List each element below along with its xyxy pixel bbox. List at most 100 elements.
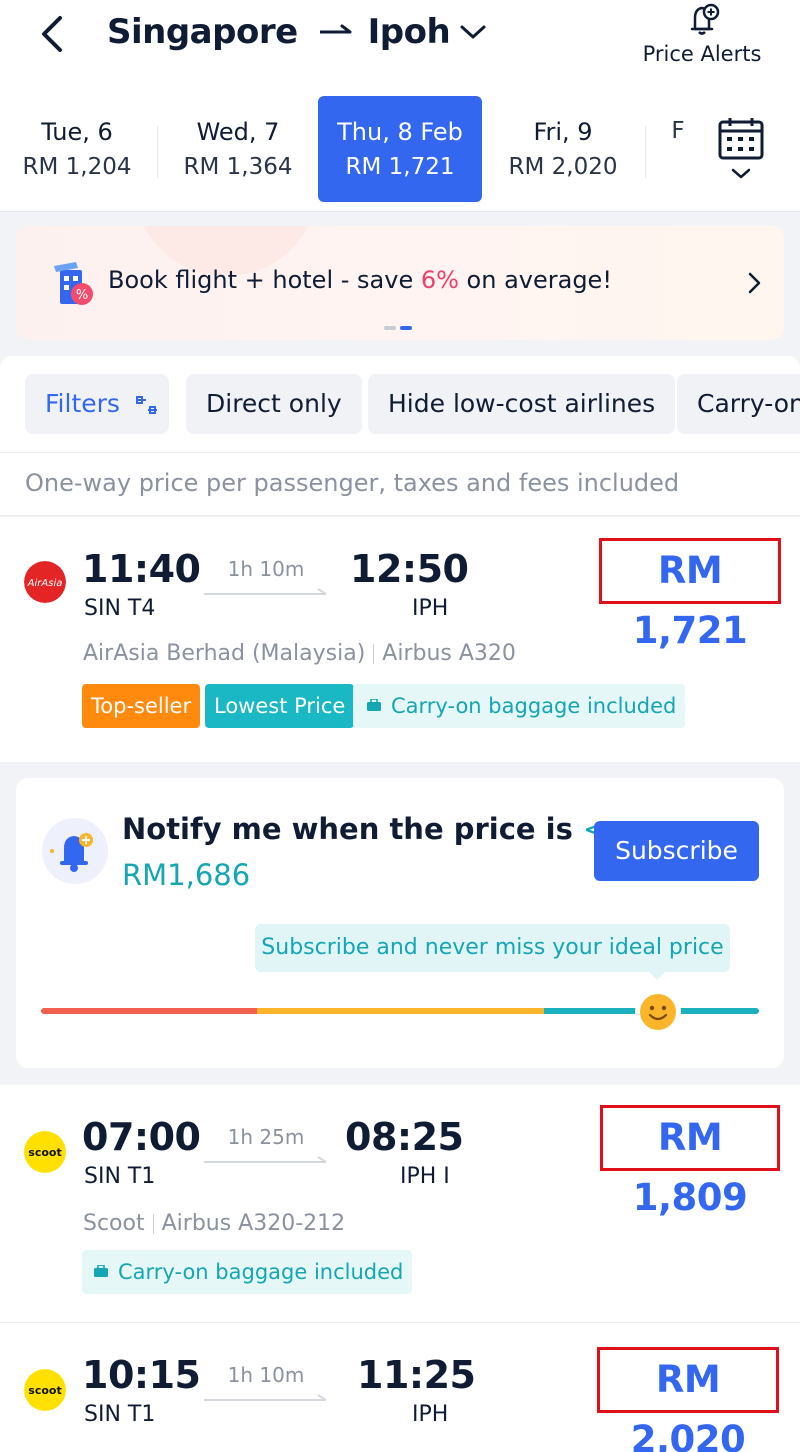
hotel-discount-icon: % <box>54 262 93 305</box>
flight-results-page: Singapore Ipoh Price Alerts Tue, 6 RM 1,… <box>0 0 800 1452</box>
carry-on-tag: Carry-on baggage included <box>82 1250 413 1294</box>
subscribe-tooltip: Subscribe and never miss your ideal pric… <box>255 924 730 980</box>
flight-price: RM 2,020 <box>597 1347 779 1452</box>
departure-airport: SIN T1 <box>84 1402 156 1427</box>
date-price: RM 1,364 <box>183 154 293 180</box>
departure-airport: SIN T4 <box>84 596 156 621</box>
subscribe-button[interactable]: Subscribe <box>594 821 759 881</box>
duration-arrow <box>204 1156 327 1163</box>
bell-icon-container <box>42 818 108 884</box>
flight-card[interactable]: scoot 10:15 SIN T1 1h 10m 11:25 IPH RM 2… <box>0 1322 800 1452</box>
departure-time: 10:15 <box>82 1353 201 1397</box>
date-selector-bar: Tue, 6 RM 1,204 Wed, 7 RM 1,364 Thu, 8 F… <box>0 88 800 212</box>
scoot-logo: scoot <box>24 1369 66 1411</box>
divider <box>645 126 646 178</box>
promo-text-end: on average! <box>458 266 612 294</box>
date-label: Thu, 8 Feb <box>337 118 463 146</box>
bell-plus-icon <box>50 833 93 872</box>
notify-title: Notify me when the price is < <box>122 812 607 846</box>
flight-card[interactable]: scoot 07:00 SIN T1 1h 25m 08:25 IPH I RM… <box>0 1085 800 1322</box>
date-price: RM 2,020 <box>508 154 618 180</box>
carry-on-tag: Carry-on baggage included <box>353 684 686 728</box>
scoot-logo: scoot <box>24 1131 66 1173</box>
divider <box>373 644 375 664</box>
airline-info: AirAsia Berhad (Malaysia) Airbus A320 <box>83 641 516 666</box>
promo-text: Book flight + hotel - save 6% on average… <box>108 266 612 294</box>
filters-label: Filters <box>45 389 120 418</box>
departure-time: 11:40 <box>82 547 201 591</box>
carry-on-chip[interactable]: Carry-on <box>677 374 800 434</box>
flight-card[interactable]: AirAsia 11:40 SIN T4 1h 10m 12:50 IPH RM… <box>0 517 800 762</box>
divider <box>157 126 158 178</box>
direct-only-chip[interactable]: Direct only <box>186 374 362 434</box>
filters-button[interactable]: Filters <box>25 374 169 434</box>
lowest-price-tag: Lowest Price <box>205 684 355 728</box>
flight-duration: 1h 10m <box>227 557 305 581</box>
arrival-airport: IPH <box>412 1402 449 1427</box>
origin-city: Singapore <box>107 12 298 52</box>
flight-duration: 1h 10m <box>227 1363 305 1387</box>
arrival-time: 12:50 <box>350 547 469 591</box>
price-alerts-button[interactable]: Price Alerts <box>640 0 764 66</box>
price-alerts-label: Price Alerts <box>642 42 762 66</box>
carousel-dot-active <box>400 326 412 330</box>
notify-title-text: Notify me when the price is <box>122 812 573 846</box>
arrival-time: 11:25 <box>357 1353 476 1397</box>
route-selector[interactable]: Singapore Ipoh <box>107 12 488 52</box>
target-price: RM1,686 <box>122 858 251 892</box>
arrival-airport: IPH <box>412 596 449 621</box>
departure-time: 07:00 <box>82 1115 201 1159</box>
smiley-icon <box>635 989 681 1035</box>
date-price: RM 1,204 <box>22 154 132 180</box>
calendar-icon[interactable] <box>714 116 768 186</box>
promo-percent: 6% <box>420 266 459 294</box>
baggage-icon <box>94 1265 108 1277</box>
airasia-logo: AirAsia <box>24 561 66 603</box>
flight-hotel-promo-banner[interactable]: % Book flight + hotel - save 6% on avera… <box>16 226 784 340</box>
hide-low-cost-chip[interactable]: Hide low-cost airlines <box>368 374 676 434</box>
range-mid-segment <box>257 1008 544 1014</box>
date-label: Tue, 6 <box>41 118 113 146</box>
filter-chips-row: Filters Direct only Hide low-cost airlin… <box>0 356 800 452</box>
flight-price: RM 1,721 <box>599 538 781 652</box>
top-seller-tag: Top-seller <box>82 684 201 728</box>
baggage-icon <box>367 699 381 711</box>
date-tab-partial[interactable]: F <box>668 96 688 202</box>
destination-city: Ipoh <box>367 12 451 52</box>
airline-logo-text: AirAsia <box>27 578 63 589</box>
back-arrow-icon[interactable] <box>34 10 74 58</box>
date-tab-thu-8-feb-selected[interactable]: Thu, 8 Feb RM 1,721 <box>318 96 482 202</box>
chevron-down-icon <box>460 25 486 39</box>
airline-name: AirAsia Berhad (Malaysia) <box>83 641 366 666</box>
bell-plus-icon <box>690 3 720 35</box>
flight-duration: 1h 25m <box>227 1125 305 1149</box>
airline-info: Scoot Airbus A320-212 <box>83 1211 345 1236</box>
date-tab-wed-7[interactable]: Wed, 7 RM 1,364 <box>178 96 298 202</box>
duration-arrow <box>204 588 327 595</box>
date-price: F <box>671 118 685 144</box>
promo-text-start: Book flight + hotel - save <box>108 266 421 294</box>
duration-arrow <box>204 1394 327 1401</box>
date-price: RM 1,721 <box>345 154 455 180</box>
price-alert-card: Notify me when the price is < RM1,686 Su… <box>16 778 784 1068</box>
carry-on-tag-label: Carry-on baggage included <box>118 1260 404 1284</box>
date-tab-fri-9[interactable]: Fri, 9 RM 2,020 <box>502 96 624 202</box>
airline-name: Scoot <box>83 1211 145 1236</box>
departure-airport: SIN T1 <box>84 1164 156 1189</box>
flight-price: RM 1,809 <box>600 1105 780 1219</box>
range-high-segment <box>41 1008 257 1014</box>
aircraft-type: Airbus A320 <box>382 641 516 666</box>
chevron-right-icon <box>748 272 761 294</box>
date-tab-tue-6[interactable]: Tue, 6 RM 1,204 <box>18 96 136 202</box>
date-label: Wed, 7 <box>196 118 280 146</box>
arrow-right-icon <box>319 24 352 34</box>
carry-on-tag-label: Carry-on baggage included <box>391 694 677 718</box>
arrival-time: 08:25 <box>345 1115 464 1159</box>
airline-logo-text: scoot <box>28 1384 61 1397</box>
carousel-dot <box>384 326 396 330</box>
filter-sliders-icon <box>135 396 157 414</box>
aircraft-type: Airbus A320-212 <box>161 1211 346 1236</box>
airline-logo-text: scoot <box>28 1146 61 1159</box>
divider <box>152 1214 154 1234</box>
price-notice: One-way price per passenger, taxes and f… <box>0 452 800 516</box>
